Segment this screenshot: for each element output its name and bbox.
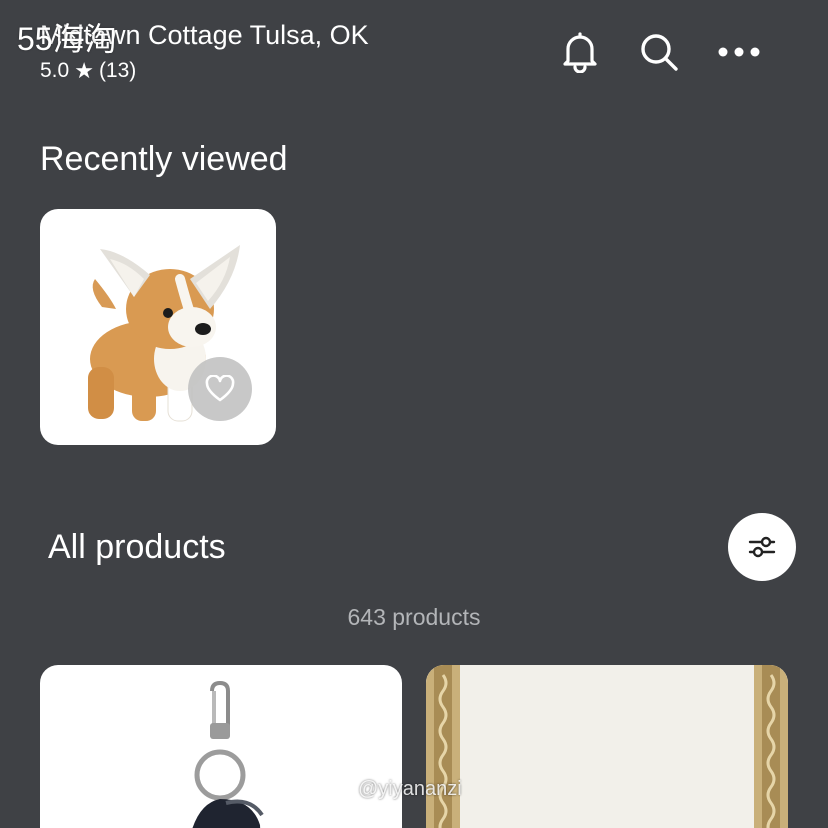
sliders-icon xyxy=(748,536,776,558)
framed-mirror-image xyxy=(426,665,788,828)
rating-count: (13) xyxy=(98,59,137,82)
heart-outline-icon xyxy=(205,375,235,402)
shop-page: Midtown Cottage Tulsa, OK 55海淘 5.0 ★ (13… xyxy=(0,0,828,828)
shop-rating: 5.0 ★ (13) xyxy=(40,59,136,83)
keychain-product-image xyxy=(192,680,264,828)
favorite-button[interactable] xyxy=(188,357,252,421)
product-count: 643 products xyxy=(347,604,481,630)
all-products-title: All products xyxy=(48,528,226,566)
product-card[interactable] xyxy=(426,665,788,828)
filter-button[interactable] xyxy=(728,513,796,581)
recently-viewed-title: Recently viewed xyxy=(40,140,288,178)
watermark: @yiyananzi xyxy=(358,778,462,800)
more-icon[interactable] xyxy=(717,30,761,74)
product-card[interactable] xyxy=(40,665,402,828)
rating-value: 5.0 xyxy=(40,59,70,82)
bell-icon[interactable] xyxy=(558,30,602,74)
recent-item-card[interactable] xyxy=(40,209,276,445)
app-badge-overlay: 55海淘 xyxy=(17,21,117,57)
star-icon: ★ xyxy=(74,58,94,83)
search-icon[interactable] xyxy=(637,30,681,74)
